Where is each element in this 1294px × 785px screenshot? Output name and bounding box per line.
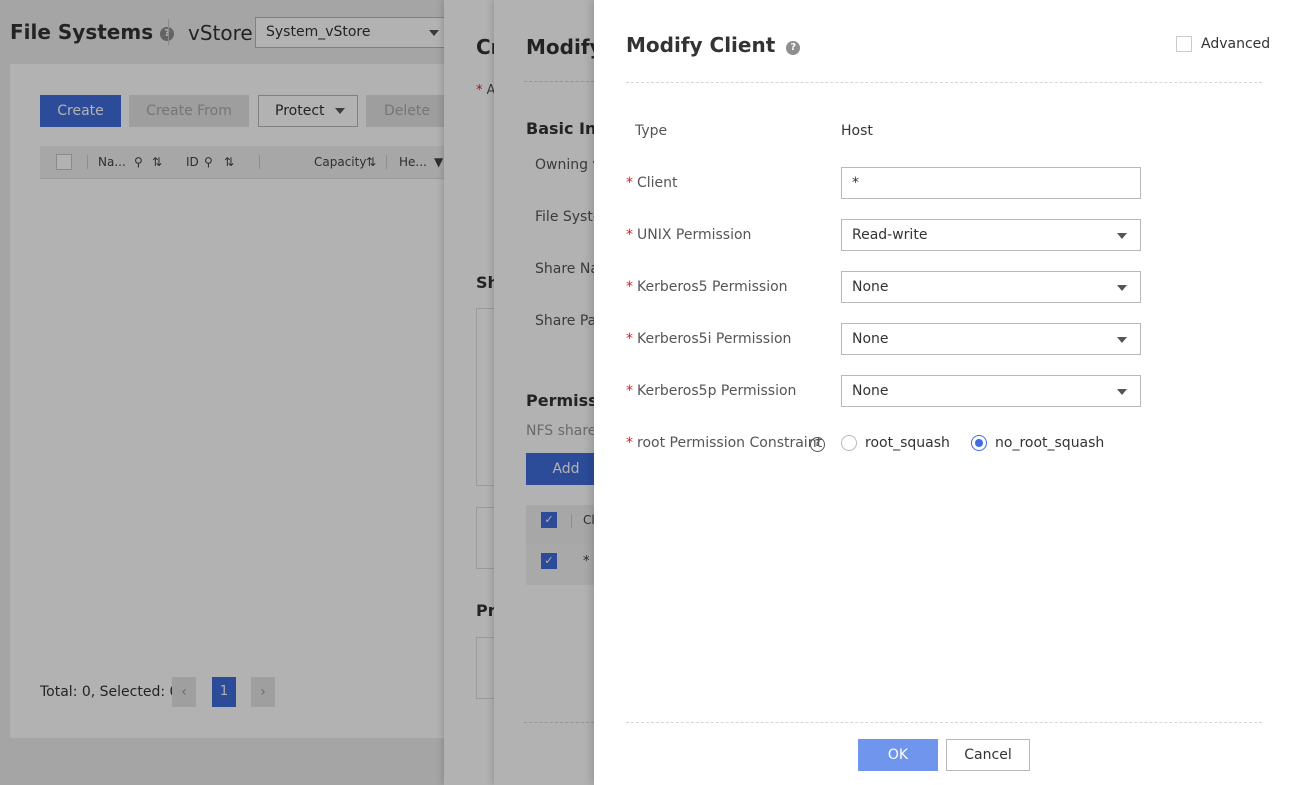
- unix-permission-label-text: UNIX Permission: [637, 227, 752, 243]
- type-value: Host: [841, 123, 873, 139]
- unix-permission-label: * UNIX Permission: [626, 227, 751, 243]
- header-divider: [626, 82, 1262, 83]
- kerberos5p-permission-label-text: Kerberos5p Permission: [637, 383, 797, 399]
- question-circle-icon[interactable]: ?: [810, 437, 825, 452]
- no-root-squash-label[interactable]: no_root_squash: [995, 435, 1104, 451]
- root-permission-label-text: root Permission Constraint: [637, 435, 823, 451]
- kerberos5i-permission-label: * Kerberos5i Permission: [626, 331, 791, 347]
- required-mark: *: [626, 175, 633, 191]
- required-mark: *: [626, 435, 633, 451]
- unix-permission-value: Read-write: [852, 227, 928, 243]
- chevron-down-icon: [1117, 389, 1127, 395]
- kerberos5p-permission-select[interactable]: None: [841, 375, 1141, 407]
- cancel-button[interactable]: Cancel: [946, 739, 1030, 771]
- kerberos5i-permission-label-text: Kerberos5i Permission: [637, 331, 792, 347]
- modify-client-dialog: Modify Client ? Advanced Type Host * Clie…: [594, 0, 1294, 785]
- required-mark: *: [626, 331, 633, 347]
- kerberos5p-permission-label: * Kerberos5p Permission: [626, 383, 796, 399]
- kerberos5-permission-select[interactable]: None: [841, 271, 1141, 303]
- required-mark: *: [626, 279, 633, 295]
- root-permission-label: * root Permission Constraint: [626, 435, 822, 451]
- client-label: * Client: [626, 175, 678, 191]
- kerberos5i-permission-value: None: [852, 331, 889, 347]
- kerberos5-permission-label: * Kerberos5 Permission: [626, 279, 788, 295]
- footer-divider: [626, 722, 1262, 723]
- help-icon[interactable]: ?: [786, 41, 801, 55]
- client-label-text: Client: [637, 175, 678, 191]
- chevron-down-icon: [1117, 233, 1127, 239]
- kerberos5i-permission-select[interactable]: None: [841, 323, 1141, 355]
- client-input[interactable]: *: [841, 167, 1141, 199]
- no-root-squash-radio[interactable]: [971, 435, 987, 451]
- ok-button[interactable]: OK: [858, 739, 938, 771]
- chevron-down-icon: [1117, 337, 1127, 343]
- type-label: Type: [635, 123, 668, 139]
- dialog-title: Modify Client ?: [626, 33, 801, 57]
- unix-permission-select[interactable]: Read-write: [841, 219, 1141, 251]
- advanced-label[interactable]: Advanced: [1201, 36, 1270, 52]
- dialog-title-text: Modify Client: [626, 33, 776, 57]
- root-squash-label[interactable]: root_squash: [865, 435, 950, 451]
- kerberos5-permission-label-text: Kerberos5 Permission: [637, 279, 788, 295]
- root-squash-radio[interactable]: [841, 435, 857, 451]
- advanced-checkbox[interactable]: [1176, 36, 1192, 52]
- required-mark: *: [626, 383, 633, 399]
- kerberos5p-permission-value: None: [852, 383, 889, 399]
- required-mark: *: [626, 227, 633, 243]
- kerberos5-permission-value: None: [852, 279, 889, 295]
- chevron-down-icon: [1117, 285, 1127, 291]
- modal-overlay: [0, 0, 594, 785]
